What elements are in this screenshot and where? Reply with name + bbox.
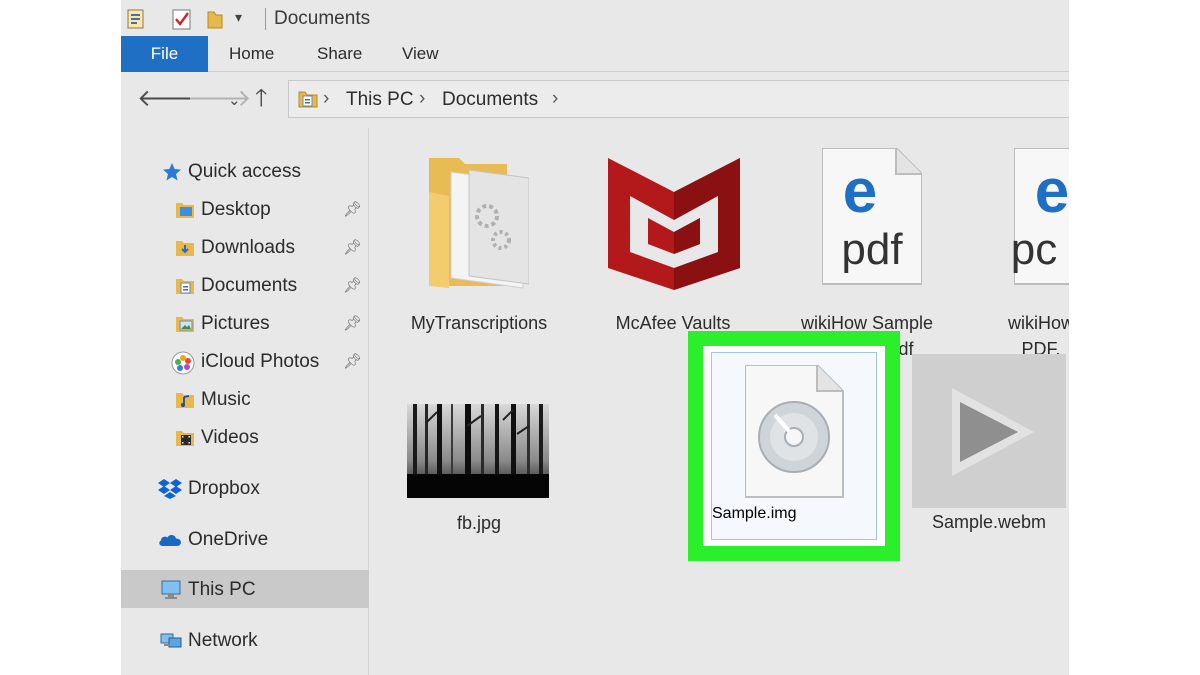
nav-item-network[interactable]: Network — [121, 621, 369, 659]
network-icon — [159, 630, 182, 652]
breadcrumb-separator-icon[interactable]: › — [323, 88, 329, 110]
tab-view[interactable]: View — [402, 36, 439, 72]
file-item-mcafee-vaults[interactable]: McAfee Vaults — [588, 146, 758, 333]
pin-icon[interactable]: 📌︎ — [343, 200, 362, 218]
documents-location-icon — [297, 88, 319, 115]
file-item-fb-jpg[interactable]: fb.jpg — [394, 398, 564, 538]
tab-share[interactable]: Share — [317, 36, 362, 72]
window-title: Documents — [274, 8, 371, 29]
file-explorer-window: ▾ Documents File Home Share View 🡐 🡒 ⌄ 🡑… — [121, 0, 1069, 675]
checkmark-icon[interactable] — [171, 7, 193, 36]
nav-item-label: Downloads — [201, 237, 295, 258]
pin-icon[interactable]: 📌︎ — [343, 238, 362, 256]
tab-home[interactable]: Home — [229, 36, 274, 72]
navigation-bar: 🡐 🡒 ⌄ 🡑 › This PC › Documents › — [121, 72, 1069, 128]
new-folder-icon[interactable] — [205, 7, 227, 36]
file-item-wikihow-pdf[interactable]: e pc wikiHow PDF. — [976, 146, 1069, 359]
properties-icon[interactable] — [125, 7, 147, 36]
pdf-label: pc — [1010, 225, 1058, 274]
nav-item-label: Desktop — [201, 199, 271, 220]
disc-image-icon — [744, 364, 845, 504]
navigation-pane: Quick access Desktop 📌︎ Downloads 📌︎ Doc… — [121, 128, 369, 675]
nav-item-quick-access[interactable]: Quick access — [121, 152, 369, 190]
nav-item-music[interactable]: Music — [121, 380, 369, 418]
folder-icon — [429, 152, 530, 297]
nav-item-pictures[interactable]: Pictures 📌︎ — [121, 304, 369, 342]
desktop-folder-icon — [174, 199, 196, 221]
pdf-label: pdf — [841, 225, 903, 274]
svg-text:e: e — [1035, 157, 1069, 226]
toolbar-separator — [265, 8, 266, 30]
file-list-view: MyTranscriptions McAfee Vaults e pdf wik… — [370, 128, 1069, 675]
nav-item-label: OneDrive — [188, 529, 269, 550]
pictures-folder-icon — [174, 313, 196, 335]
nav-item-label: iCloud Photos — [201, 351, 320, 372]
nav-item-onedrive[interactable]: OneDrive — [121, 520, 369, 558]
breadcrumb-separator-icon[interactable]: › — [552, 88, 558, 110]
nav-item-label: Pictures — [201, 313, 270, 334]
onedrive-icon — [157, 529, 181, 551]
this-pc-icon — [159, 579, 181, 601]
address-bar[interactable]: › This PC › Documents › — [288, 80, 1069, 118]
mcafee-icon — [608, 158, 740, 295]
breadcrumb-documents[interactable]: Documents — [442, 89, 538, 111]
file-item-wikihow[interactable]: wikiHow — [1010, 364, 1069, 544]
nav-item-label: Documents — [201, 275, 298, 296]
recent-locations-chevron-icon[interactable]: ⌄ — [228, 88, 241, 114]
nav-item-label: Network — [188, 630, 258, 651]
forward-arrow-icon[interactable]: 🡒 — [187, 86, 251, 112]
nav-item-label: Quick access — [188, 161, 301, 182]
selected-file-highlight: Sample.img — [688, 331, 900, 561]
dropbox-icon — [157, 478, 182, 500]
file-name: Sample.img — [712, 505, 797, 522]
file-item-wikihow-sample-pdf-v2[interactable]: e pdf wikiHow Sample PDF V2.pdf — [782, 146, 952, 359]
nav-item-label: Dropbox — [188, 478, 260, 499]
nav-item-icloud-photos[interactable]: iCloud Photos 📌︎ — [121, 342, 369, 380]
file-item-mytranscriptions[interactable]: MyTranscriptions — [394, 146, 564, 333]
videos-folder-icon — [174, 427, 196, 449]
nav-item-documents[interactable]: Documents 📌︎ — [121, 266, 369, 304]
file-item-sample-img[interactable]: Sample.img — [711, 352, 877, 540]
file-name: MyTranscriptions — [410, 313, 548, 333]
nav-item-downloads[interactable]: Downloads 📌︎ — [121, 228, 369, 266]
nav-item-label: Videos — [201, 427, 259, 448]
nav-item-videos[interactable]: Videos — [121, 418, 369, 456]
image-thumbnail — [407, 404, 549, 503]
nav-item-this-pc[interactable]: This PC — [121, 570, 369, 608]
downloads-folder-icon — [174, 237, 196, 259]
file-name: fb.jpg — [456, 513, 502, 533]
star-icon — [161, 161, 183, 183]
breadcrumb-this-pc[interactable]: This PC — [346, 89, 414, 111]
documents-folder-icon — [174, 275, 196, 297]
nav-item-desktop[interactable]: Desktop 📌︎ — [121, 190, 369, 228]
nav-item-label: This PC — [188, 579, 256, 600]
nav-item-label: Music — [201, 389, 251, 410]
nav-item-dropbox[interactable]: Dropbox — [121, 469, 369, 507]
svg-text:e: e — [843, 157, 877, 226]
pin-icon[interactable]: 📌︎ — [343, 314, 362, 332]
pin-icon[interactable]: 📌︎ — [343, 276, 362, 294]
breadcrumb-separator-icon[interactable]: › — [419, 88, 425, 110]
icloud-photos-icon — [171, 351, 195, 375]
title-bar: ▾ Documents — [121, 0, 1069, 36]
tab-file[interactable]: File — [121, 36, 208, 72]
up-arrow-icon[interactable]: 🡑 — [255, 86, 267, 112]
ribbon-tabs: File Home Share View — [121, 36, 1069, 72]
music-folder-icon — [174, 389, 196, 411]
customize-toolbar-chevron-icon[interactable]: ▾ — [235, 9, 242, 26]
file-name-line1: wikiHow — [1007, 313, 1069, 333]
pin-icon[interactable]: 📌︎ — [343, 352, 362, 370]
